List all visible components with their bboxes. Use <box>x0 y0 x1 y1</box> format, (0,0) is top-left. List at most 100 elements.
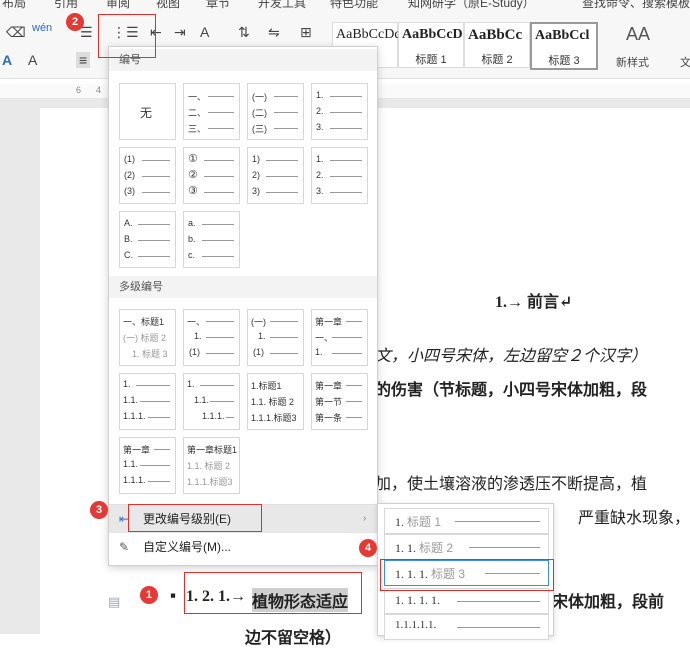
cell-text: ② <box>188 169 198 181</box>
chevron-right-icon: › <box>363 513 367 524</box>
highlight-level-3 <box>380 559 554 591</box>
cell-text: b. <box>188 234 196 244</box>
border-icon[interactable]: ⊞ <box>300 24 312 41</box>
cell-line <box>270 321 298 322</box>
doc-line: 的伤害（节标题，小四号宋体加粗，段 <box>375 382 648 399</box>
line-spacing-icon[interactable]: ⇋ <box>268 24 280 41</box>
cell-line <box>270 353 298 354</box>
tab-view[interactable]: 视图 <box>156 0 180 11</box>
numbering-style-lower-alpha[interactable]: a. b. c. <box>183 211 240 268</box>
cell-line <box>204 176 234 177</box>
highlight-current-heading <box>184 572 362 614</box>
level-line <box>469 547 540 548</box>
style-heading-3[interactable]: AaBbCcl 标题 3 <box>530 22 598 70</box>
level-2-item[interactable]: 1. 1. 标题 2 <box>384 534 549 560</box>
numbering-none[interactable]: 无 <box>119 83 176 140</box>
cell-text: 第一章 <box>315 381 343 391</box>
cell-line <box>330 96 362 97</box>
level-4-item[interactable]: 1. 1. 1. 1. <box>384 588 549 614</box>
cell-line <box>202 240 234 241</box>
tab-layout[interactable]: 布局 <box>2 0 26 11</box>
multilevel-style-10[interactable]: 第一章标题1 1.1. 标题 2 1.1.1.标题3 <box>183 437 240 494</box>
align-left-icon[interactable]: ≡ <box>76 52 91 68</box>
new-style-label[interactable]: 新样式 <box>616 54 649 70</box>
cell-text: 1.1. 标题 2 <box>187 461 231 471</box>
multilevel-style-5[interactable]: 1. 1.1. 1.1.1. <box>119 373 176 430</box>
cell-text: 一、标题1 <box>123 317 165 327</box>
numbering-style-circled[interactable]: ① ② ③ <box>183 147 240 204</box>
tab-cnki[interactable]: 知网研学（原E-Study） <box>408 0 535 11</box>
ruler-tick: 4 <box>96 85 102 95</box>
cell-text: A. <box>124 218 133 228</box>
multilevel-style-4[interactable]: 第一章 一、 1. <box>311 309 368 366</box>
increase-indent-icon[interactable]: ⇥ <box>174 24 186 41</box>
cell-text: (一) <box>252 92 267 102</box>
cell-text: 1. <box>316 90 324 100</box>
numbering-style-arabic-dot-2[interactable]: 1. 2. 3. <box>311 147 368 204</box>
sort-icon[interactable]: ⇅ <box>238 24 250 41</box>
level-1-item[interactable]: 1. 标题 1 <box>384 508 549 534</box>
cell-text: 2) <box>252 170 261 180</box>
level-title: 标题 1 <box>407 515 442 529</box>
multilevel-style-2[interactable]: 一、 1. (1) <box>183 309 240 366</box>
tab-features[interactable]: 特色功能 <box>330 0 378 11</box>
cell-text: 二、 <box>188 108 207 118</box>
style-heading-2[interactable]: AaBbCc 标题 2 <box>464 22 530 68</box>
cell-text: B. <box>124 234 133 244</box>
dot-marker: ▪ <box>170 586 177 605</box>
cell-line <box>274 112 298 113</box>
cell-text: 1.1. 标题 2 <box>251 397 295 407</box>
cell-line <box>138 224 170 225</box>
tab-review[interactable]: 审阅 <box>106 0 130 11</box>
level-title: 标题 2 <box>419 541 454 555</box>
paragraph-handle-icon[interactable]: ▤ <box>108 594 120 610</box>
style-sample: AaBbCcDd <box>336 27 402 42</box>
cell-text: 一、 <box>315 333 334 343</box>
tab-section[interactable]: 章节 <box>206 0 230 11</box>
numbering-style-chinese[interactable]: 一、 二、 三、 <box>183 83 240 140</box>
eraser-icon[interactable]: ⌫ <box>6 24 26 41</box>
style-label: 标题 2 <box>481 54 513 66</box>
cell-text: ③ <box>188 185 198 197</box>
cell-text: 1.1.1. <box>123 411 146 421</box>
multilevel-style-7[interactable]: 1.标题1 1.1. 标题 2 1.1.1.标题3 <box>247 373 304 430</box>
text-tool-label[interactable]: 文 <box>680 54 690 70</box>
multilevel-style-8[interactable]: 第一章 第一节 第一条 <box>311 373 368 430</box>
numbering-style-paren-chinese[interactable]: (一) (二) (三) <box>247 83 304 140</box>
multilevel-style-1[interactable]: 一、标题1 (一) 标题 2 1. 标题 3 <box>119 309 176 366</box>
pinyin-icon[interactable]: wén <box>32 22 52 34</box>
cell-text: 1.1. <box>123 395 139 405</box>
cell-line <box>138 240 170 241</box>
cell-line <box>346 385 362 386</box>
level-num: 1.1.1.1.1. <box>395 619 437 631</box>
numbering-style-paren-arabic[interactable]: (1) (2) (3) <box>119 147 176 204</box>
multilevel-style-6[interactable]: 1. 1.1. 1.1.1. <box>183 373 240 430</box>
numbering-style-arabic-dot[interactable]: 1. 2. 3. <box>311 83 368 140</box>
cell-line <box>204 160 234 161</box>
cell-text: 第一节 <box>315 397 343 407</box>
style-label: 标题 1 <box>415 54 447 66</box>
tab-references[interactable]: 引用 <box>54 0 78 11</box>
cell-line <box>346 417 362 418</box>
multilevel-style-3[interactable]: (一) 1. (1) <box>247 309 304 366</box>
custom-numbering-menu[interactable]: ✎ 自定义编号(M)... <box>109 533 377 561</box>
cell-text: c. <box>188 250 196 260</box>
cell-text: 3. <box>316 186 324 196</box>
cell-line <box>154 449 170 450</box>
search-commands[interactable]: 查找命令、搜索模板 <box>582 0 690 11</box>
numbering-style-upper-alpha[interactable]: A. B. C. <box>119 211 176 268</box>
tab-developer[interactable]: 开发工具 <box>258 0 306 11</box>
new-style-icon[interactable]: AA <box>626 24 650 45</box>
level-line <box>457 627 540 628</box>
style-heading-1[interactable]: AaBbCcD 标题 1 <box>398 22 464 68</box>
cell-text: 第一章 <box>315 317 343 327</box>
level-5-item[interactable]: 1.1.1.1.1. <box>384 614 549 640</box>
numbering-style-half-paren[interactable]: 1) 2) 3) <box>247 147 304 204</box>
font-size-icon[interactable]: A <box>200 24 209 40</box>
cell-line <box>148 417 170 418</box>
cell-line <box>330 192 362 193</box>
char-shading-icon[interactable]: A <box>28 52 37 68</box>
font-color-icon[interactable]: A <box>2 52 12 68</box>
step-badge-4: 4 <box>359 539 377 557</box>
multilevel-style-9[interactable]: 第一章 1.1. 1.1.1. <box>119 437 176 494</box>
